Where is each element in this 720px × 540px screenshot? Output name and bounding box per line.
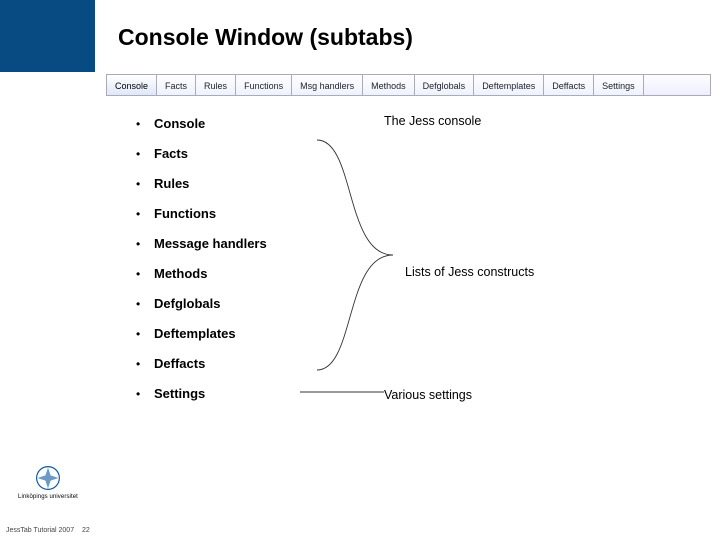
list-item-label: Functions (154, 206, 216, 221)
list-item: •Message handlers (136, 236, 456, 251)
tab-msg-handlers[interactable]: Msg handlers (292, 75, 363, 95)
bullet-icon: • (136, 147, 154, 161)
university-name: Linköpings universitet (18, 494, 78, 500)
bullet-icon: • (136, 117, 154, 131)
list-item-label: Deffacts (154, 356, 205, 371)
left-band (0, 0, 95, 72)
tabstrip: Console Facts Rules Functions Msg handle… (106, 74, 711, 96)
tab-label: Facts (165, 81, 187, 91)
bullet-icon: • (136, 297, 154, 311)
tab-label: Methods (371, 81, 406, 91)
tab-methods[interactable]: Methods (363, 75, 415, 95)
tab-console[interactable]: Console (107, 75, 157, 95)
tab-deftemplates[interactable]: Deftemplates (474, 75, 544, 95)
tab-facts[interactable]: Facts (157, 75, 196, 95)
list-item-label: Rules (154, 176, 189, 191)
list-item-label: Facts (154, 146, 188, 161)
tab-label: Msg handlers (300, 81, 354, 91)
brace-icon (315, 130, 397, 380)
tab-label: Functions (244, 81, 283, 91)
tab-deffacts[interactable]: Deffacts (544, 75, 594, 95)
arrow-line-icon (300, 388, 384, 396)
tab-label: Deftemplates (482, 81, 535, 91)
list-item: •Facts (136, 146, 456, 161)
list-item-label: Console (154, 116, 205, 131)
tab-label: Deffacts (552, 81, 585, 91)
footer-text: JessTab Tutorial 2007 (6, 527, 74, 534)
university-logo: Linköpings universitet (18, 464, 78, 500)
tab-functions[interactable]: Functions (236, 75, 292, 95)
page-number: 22 (82, 527, 90, 534)
bullet-icon: • (136, 177, 154, 191)
tab-label: Console (115, 81, 148, 91)
seal-icon (34, 464, 62, 492)
list-item-label: Defglobals (154, 296, 220, 311)
tab-rules[interactable]: Rules (196, 75, 236, 95)
bullet-icon: • (136, 327, 154, 341)
list-item-label: Deftemplates (154, 326, 236, 341)
tab-label: Settings (602, 81, 635, 91)
page-title: Console Window (subtabs) (118, 24, 413, 51)
list-item: •Deftemplates (136, 326, 456, 341)
bullet-icon: • (136, 357, 154, 371)
annotation-console: The Jess console (384, 114, 481, 128)
list-item: •Defglobals (136, 296, 456, 311)
bullet-icon: • (136, 267, 154, 281)
tab-defglobals[interactable]: Defglobals (415, 75, 475, 95)
list-item-label: Settings (154, 386, 205, 401)
list-item: •Functions (136, 206, 456, 221)
tab-settings[interactable]: Settings (594, 75, 644, 95)
bullet-icon: • (136, 237, 154, 251)
list-item: •Deffacts (136, 356, 456, 371)
annotation-settings: Various settings (384, 388, 472, 402)
tab-label: Rules (204, 81, 227, 91)
bullet-icon: • (136, 207, 154, 221)
bullet-icon: • (136, 387, 154, 401)
tab-label: Defglobals (423, 81, 466, 91)
list-item-label: Message handlers (154, 236, 267, 251)
list-item: •Rules (136, 176, 456, 191)
list-item-label: Methods (154, 266, 207, 281)
slide: Console Window (subtabs) Console Facts R… (0, 0, 720, 540)
annotation-constructs: Lists of Jess constructs (405, 265, 534, 279)
